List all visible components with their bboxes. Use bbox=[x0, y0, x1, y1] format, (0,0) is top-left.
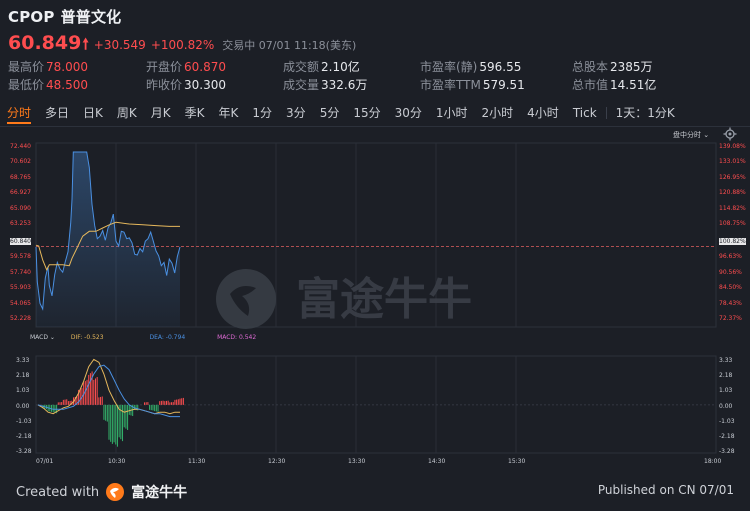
x-axis-tick: 10:30 bbox=[108, 458, 126, 465]
percent-axis-label: 72.37% bbox=[719, 315, 742, 322]
x-axis-tick: 11:30 bbox=[188, 458, 206, 465]
x-axis-tick: 12:30 bbox=[268, 458, 286, 465]
macd-legend: MACD ⌄ DIF: -0.523 DEA: -0.794 MACD: 0.5… bbox=[30, 334, 256, 341]
percent-axis-label: 139.08% bbox=[719, 143, 746, 150]
macd-title: MACD bbox=[30, 334, 48, 341]
percent-axis-label: 90.56% bbox=[719, 268, 742, 276]
x-axis-tick: 07/01 bbox=[36, 458, 54, 465]
macd-axis-label: 0.00 bbox=[719, 402, 733, 410]
watermark-logo-icon bbox=[216, 269, 276, 329]
price-axis-label: 63.253 bbox=[10, 220, 31, 228]
macd-axis-label: -1.03 bbox=[16, 417, 32, 425]
price-axis-label: 66.927 bbox=[10, 189, 31, 197]
price-axis-label: 65.090 bbox=[10, 204, 31, 212]
macd-dea-label: DEA: -0.794 bbox=[149, 334, 186, 341]
x-axis-tick: 15:30 bbox=[508, 458, 526, 465]
macd-axis-label: 1.03 bbox=[16, 387, 30, 395]
price-axis-label: 72.440 bbox=[10, 143, 31, 150]
price-axis-label: 59.578 bbox=[10, 253, 31, 261]
price-axis-label: 55.903 bbox=[10, 284, 31, 292]
macd-axis-label: 2.18 bbox=[719, 372, 733, 380]
macd-axis-label: -3.28 bbox=[719, 448, 735, 455]
watermark-text: 富途牛牛 bbox=[296, 274, 472, 325]
macd-chevron-icon: ⌄ bbox=[49, 334, 55, 341]
macd-axis-label: 1.03 bbox=[719, 387, 733, 395]
x-axis-tick: 18:00 bbox=[704, 458, 722, 465]
macd-axis-label: 2.18 bbox=[16, 372, 30, 380]
macd-axis-label: 3.33 bbox=[719, 357, 733, 364]
price-axis-label: 60.840 bbox=[10, 237, 31, 245]
percent-axis-label: 108.75% bbox=[719, 220, 746, 228]
percent-axis-label: 126.95% bbox=[719, 173, 746, 181]
price-axis-label: 54.065 bbox=[10, 299, 31, 307]
price-axis-label: 68.765 bbox=[10, 173, 31, 181]
percent-axis-label: 120.88% bbox=[719, 189, 746, 197]
brand-name: 富途牛牛 bbox=[131, 485, 188, 501]
macd-axis-label: 0.00 bbox=[16, 402, 30, 410]
macd-axis-label: -1.03 bbox=[719, 417, 735, 425]
price-axis-label: 57.740 bbox=[10, 268, 31, 276]
footer-left: Created with 富途牛牛 bbox=[16, 482, 187, 502]
published-text: Published on CN 07/01 bbox=[597, 483, 734, 497]
futu-logo-icon bbox=[106, 483, 125, 501]
macd-axis-label: -2.18 bbox=[719, 432, 735, 440]
percent-axis-label: 84.50% bbox=[719, 284, 742, 292]
macd-dif-label: DIF: -0.523 bbox=[70, 334, 104, 341]
created-with-text: Created with bbox=[16, 484, 100, 500]
x-axis-tick: 14:30 bbox=[428, 458, 446, 465]
price-axis-label: 52.228 bbox=[10, 315, 31, 322]
percent-axis-label: 96.63% bbox=[719, 253, 742, 261]
price-chart[interactable] bbox=[0, 0, 750, 470]
percent-axis-label: 133.01% bbox=[719, 158, 746, 166]
macd-axis-label: 3.33 bbox=[16, 357, 30, 364]
macd-axis-label: -3.28 bbox=[16, 448, 32, 455]
macd-value-label: MACD: 0.542 bbox=[217, 334, 257, 341]
price-axis-label: 70.602 bbox=[10, 158, 31, 166]
percent-axis-label: 100.82% bbox=[719, 237, 746, 245]
price-area bbox=[36, 152, 180, 327]
percent-axis-label: 114.82% bbox=[719, 204, 746, 212]
x-axis-tick: 13:30 bbox=[348, 458, 366, 465]
watermark: 富途牛牛 bbox=[216, 269, 472, 329]
percent-axis-label: 78.43% bbox=[719, 299, 742, 307]
macd-axis-label: -2.18 bbox=[16, 432, 32, 440]
